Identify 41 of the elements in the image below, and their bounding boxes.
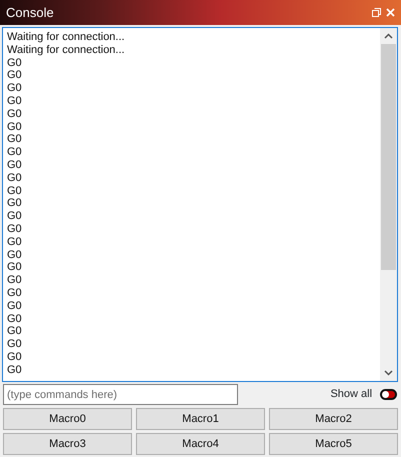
- console-line: G0: [7, 274, 23, 287]
- console-line: G0: [7, 248, 23, 262]
- console-line: G0: [7, 236, 23, 249]
- console-line: G0: [7, 197, 23, 210]
- macro-button[interactable]: Macro4: [136, 433, 265, 455]
- console-line: G0: [7, 300, 23, 313]
- show-all-toggle[interactable]: [380, 389, 398, 400]
- console-line: G0: [7, 133, 23, 146]
- console-line: G0: [7, 338, 23, 351]
- console-line: G0: [7, 364, 23, 377]
- console-line: G0: [7, 108, 23, 121]
- console-line: G0: [7, 82, 23, 95]
- scroll-thumb[interactable]: [381, 44, 396, 270]
- console-line: Waiting for connection...: [7, 44, 126, 57]
- restore-icon[interactable]: [372, 8, 380, 17]
- close-icon[interactable]: [386, 8, 395, 17]
- console-line: Waiting for connection...: [7, 31, 126, 44]
- console-line: G0: [7, 286, 23, 300]
- macro-button[interactable]: Macro1: [136, 408, 265, 430]
- console-line: G0: [7, 261, 23, 274]
- macro-button[interactable]: Macro3: [3, 433, 132, 455]
- command-input[interactable]: (type commands here): [3, 384, 238, 405]
- console-line: G0: [7, 56, 23, 70]
- console-line: G0: [7, 146, 23, 159]
- console-line: G0: [7, 184, 23, 198]
- console-line: G0: [7, 158, 23, 172]
- console-line: G0: [7, 172, 23, 185]
- console-line: G0: [7, 325, 23, 338]
- console-line: G0: [7, 120, 23, 134]
- macro-button[interactable]: Macro0: [3, 408, 132, 430]
- console-line: G0: [7, 69, 23, 82]
- window-title: Console: [6, 4, 54, 22]
- macro-button[interactable]: Macro2: [269, 408, 398, 430]
- show-all-label: Show all: [329, 387, 372, 402]
- console-line: G0: [7, 350, 23, 364]
- console-line: G0: [7, 312, 23, 326]
- console-line: G0: [7, 210, 23, 223]
- console-line: G0: [7, 222, 23, 236]
- macro-button[interactable]: Macro5: [269, 433, 398, 455]
- console-line: G0: [7, 94, 23, 108]
- scrollbar[interactable]: [380, 28, 397, 381]
